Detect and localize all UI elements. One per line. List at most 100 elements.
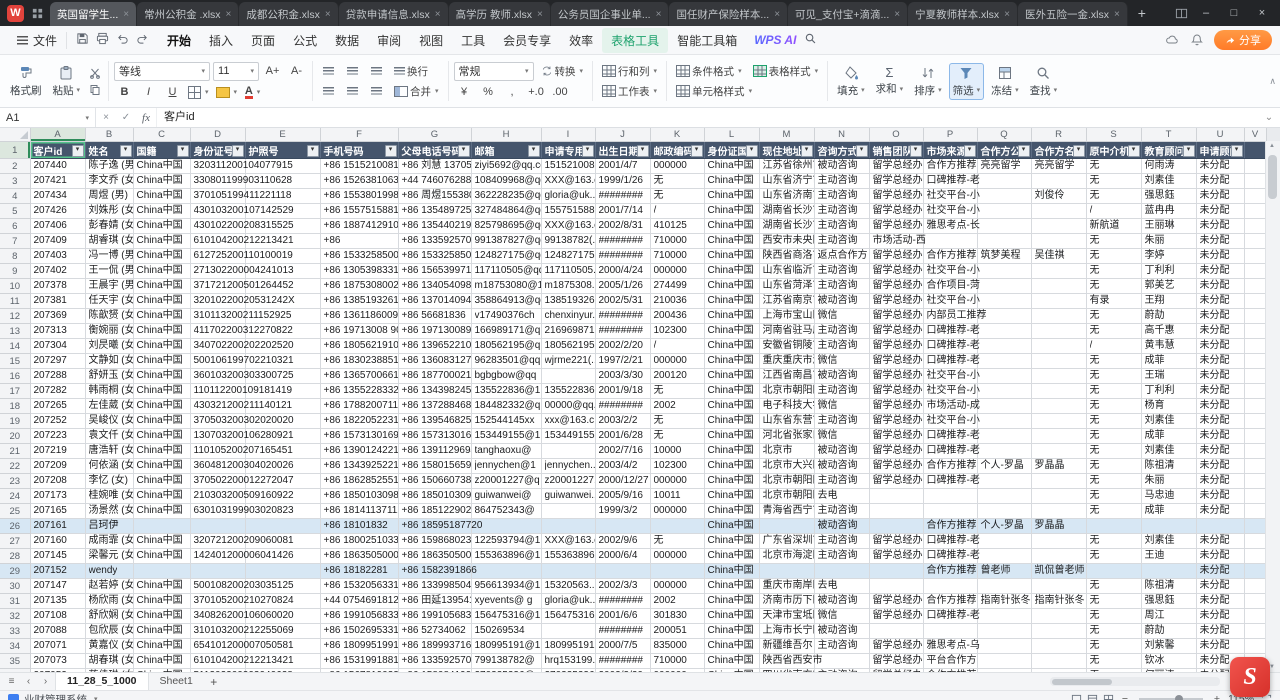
filter-button[interactable]	[856, 145, 868, 157]
cell[interactable]: 留学总经办	[869, 369, 923, 384]
cell[interactable]: 郭美艺	[1141, 279, 1196, 294]
cell[interactable]: 个人-罗晶	[977, 519, 1031, 534]
row-number[interactable]: 4	[0, 189, 30, 204]
cell[interactable]: 无	[1086, 279, 1141, 294]
cell[interactable]: 270335236...	[541, 669, 595, 673]
cell[interactable]: 湖南省长沙市	[759, 204, 814, 219]
font-size-select[interactable]: 11	[213, 62, 259, 81]
cell[interactable]: 184482332@q	[471, 399, 541, 414]
cell[interactable]: 15647531682(	[541, 609, 595, 624]
cell[interactable]: 610104200212213421	[190, 234, 245, 249]
cell[interactable]: 15320563...	[541, 579, 595, 594]
cell[interactable]: gloria@uk...	[541, 594, 595, 609]
cell[interactable]	[869, 504, 923, 519]
wps-ai-button[interactable]: WPS AI	[747, 33, 803, 47]
cell[interactable]	[245, 669, 320, 673]
cell[interactable]: 未分配	[1196, 504, 1244, 519]
cell[interactable]: chenxinyur...	[541, 309, 595, 324]
cell[interactable]: 207440	[30, 159, 85, 174]
cell[interactable]: 口碑推荐-老	[923, 549, 977, 564]
document-tab[interactable]: 常州公积金 .xlsx×	[137, 2, 239, 26]
cell[interactable]: 430321200211140121	[190, 399, 245, 414]
horizontal-scrollbar[interactable]	[1050, 677, 1220, 686]
cell[interactable]: 未分配	[1196, 639, 1244, 654]
cell[interactable]: 2002	[650, 594, 704, 609]
cell[interactable]	[650, 519, 704, 534]
cell[interactable]: 1999/1/26	[595, 174, 650, 189]
cell[interactable]	[1031, 534, 1086, 549]
cell[interactable]	[1244, 399, 1266, 414]
cancel-icon[interactable]: ×	[96, 112, 116, 123]
cell[interactable]: +86 56681836	[398, 309, 471, 324]
cell[interactable]: +86 1339985047	[398, 579, 471, 594]
cell[interactable]: 207369	[30, 309, 85, 324]
cell[interactable]: 2000/12/27	[595, 474, 650, 489]
cell[interactable]: 135522836...	[541, 384, 595, 399]
cell[interactable]: 蒋佳琪 (女)	[85, 669, 133, 673]
cell[interactable]: 000000	[650, 504, 704, 519]
cell[interactable]: ########	[595, 324, 650, 339]
row-number[interactable]: 21	[0, 444, 30, 459]
document-tab[interactable]: 高学历 教师.xlsx×	[449, 2, 551, 26]
wrap-text-button[interactable]: 换行	[390, 63, 432, 80]
cell[interactable]: +86 1573130169	[398, 429, 471, 444]
filter-button[interactable]	[1128, 145, 1140, 157]
cell[interactable]: 362228235@qq.c	[471, 189, 541, 204]
cell[interactable]: 主动咨询	[814, 669, 869, 673]
align-right-button[interactable]	[366, 83, 387, 100]
cell[interactable]: China中国	[704, 324, 759, 339]
tab-close-icon[interactable]: ×	[774, 9, 780, 20]
cell[interactable]: 口碑推荐-老	[923, 339, 977, 354]
cell[interactable]: 留学总经办	[869, 399, 923, 414]
cell[interactable]: 无	[1086, 654, 1141, 669]
cell[interactable]	[1244, 189, 1266, 204]
cell[interactable]: ########	[595, 399, 650, 414]
cell[interactable]	[1031, 324, 1086, 339]
cell[interactable]: China中国	[133, 459, 190, 474]
cell[interactable]	[190, 519, 245, 534]
cell[interactable]: China中国	[704, 339, 759, 354]
cell[interactable]: 重庆市南岸区	[759, 579, 814, 594]
column-letter[interactable]: J	[595, 128, 650, 142]
cell[interactable]: 207304	[30, 339, 85, 354]
cell[interactable]: +86	[320, 234, 398, 249]
cell[interactable]: 社交平台-小	[923, 414, 977, 429]
column-letter[interactable]: F	[320, 128, 398, 142]
cell[interactable]	[977, 444, 1031, 459]
cell[interactable]: +86 1370140948	[398, 294, 471, 309]
cell[interactable]: 未分配	[1196, 459, 1244, 474]
row-number[interactable]: 31	[0, 594, 30, 609]
cell[interactable]	[245, 414, 320, 429]
cell[interactable]	[1244, 534, 1266, 549]
cell[interactable]	[977, 579, 1031, 594]
cell[interactable]: China中国	[704, 594, 759, 609]
cell[interactable]: 王一侃 (男)	[85, 264, 133, 279]
row-number[interactable]: 6	[0, 219, 30, 234]
cell[interactable]: 西安市未央区	[759, 234, 814, 249]
cell[interactable]: 166989171@q	[471, 324, 541, 339]
cell[interactable]: China中国	[133, 249, 190, 264]
cell[interactable]: 口碑推荐-老	[923, 534, 977, 549]
cell[interactable]: 710000	[650, 234, 704, 249]
cell[interactable]: 207152	[30, 564, 85, 579]
header-cell[interactable]: 国籍	[133, 142, 190, 159]
cell[interactable]: 152544145xx	[471, 414, 541, 429]
cell[interactable]: 630103199903020823	[190, 504, 245, 519]
header-cell[interactable]: 手机号码	[320, 142, 398, 159]
cell[interactable]: 留学总经办	[869, 204, 923, 219]
menu-tab[interactable]: 工具	[452, 28, 494, 53]
tab-close-icon[interactable]: ×	[325, 9, 331, 20]
cell[interactable]: 平台合作方	[923, 654, 977, 669]
cell[interactable]: 有录	[1086, 294, 1141, 309]
row-number[interactable]: 30	[0, 579, 30, 594]
cell[interactable]	[245, 399, 320, 414]
cell[interactable]: 口碑推荐-老	[923, 324, 977, 339]
cell[interactable]: China中国	[133, 369, 190, 384]
row-number[interactable]: 35	[0, 654, 30, 669]
cell[interactable]	[1244, 309, 1266, 324]
cell[interactable]: 指南针张冬	[977, 594, 1031, 609]
cell[interactable]	[1141, 519, 1196, 534]
cell[interactable]: 留学总经办	[869, 474, 923, 489]
cell[interactable]: 社交平台-小	[923, 264, 977, 279]
cell[interactable]: 511302200203040628	[190, 669, 245, 673]
